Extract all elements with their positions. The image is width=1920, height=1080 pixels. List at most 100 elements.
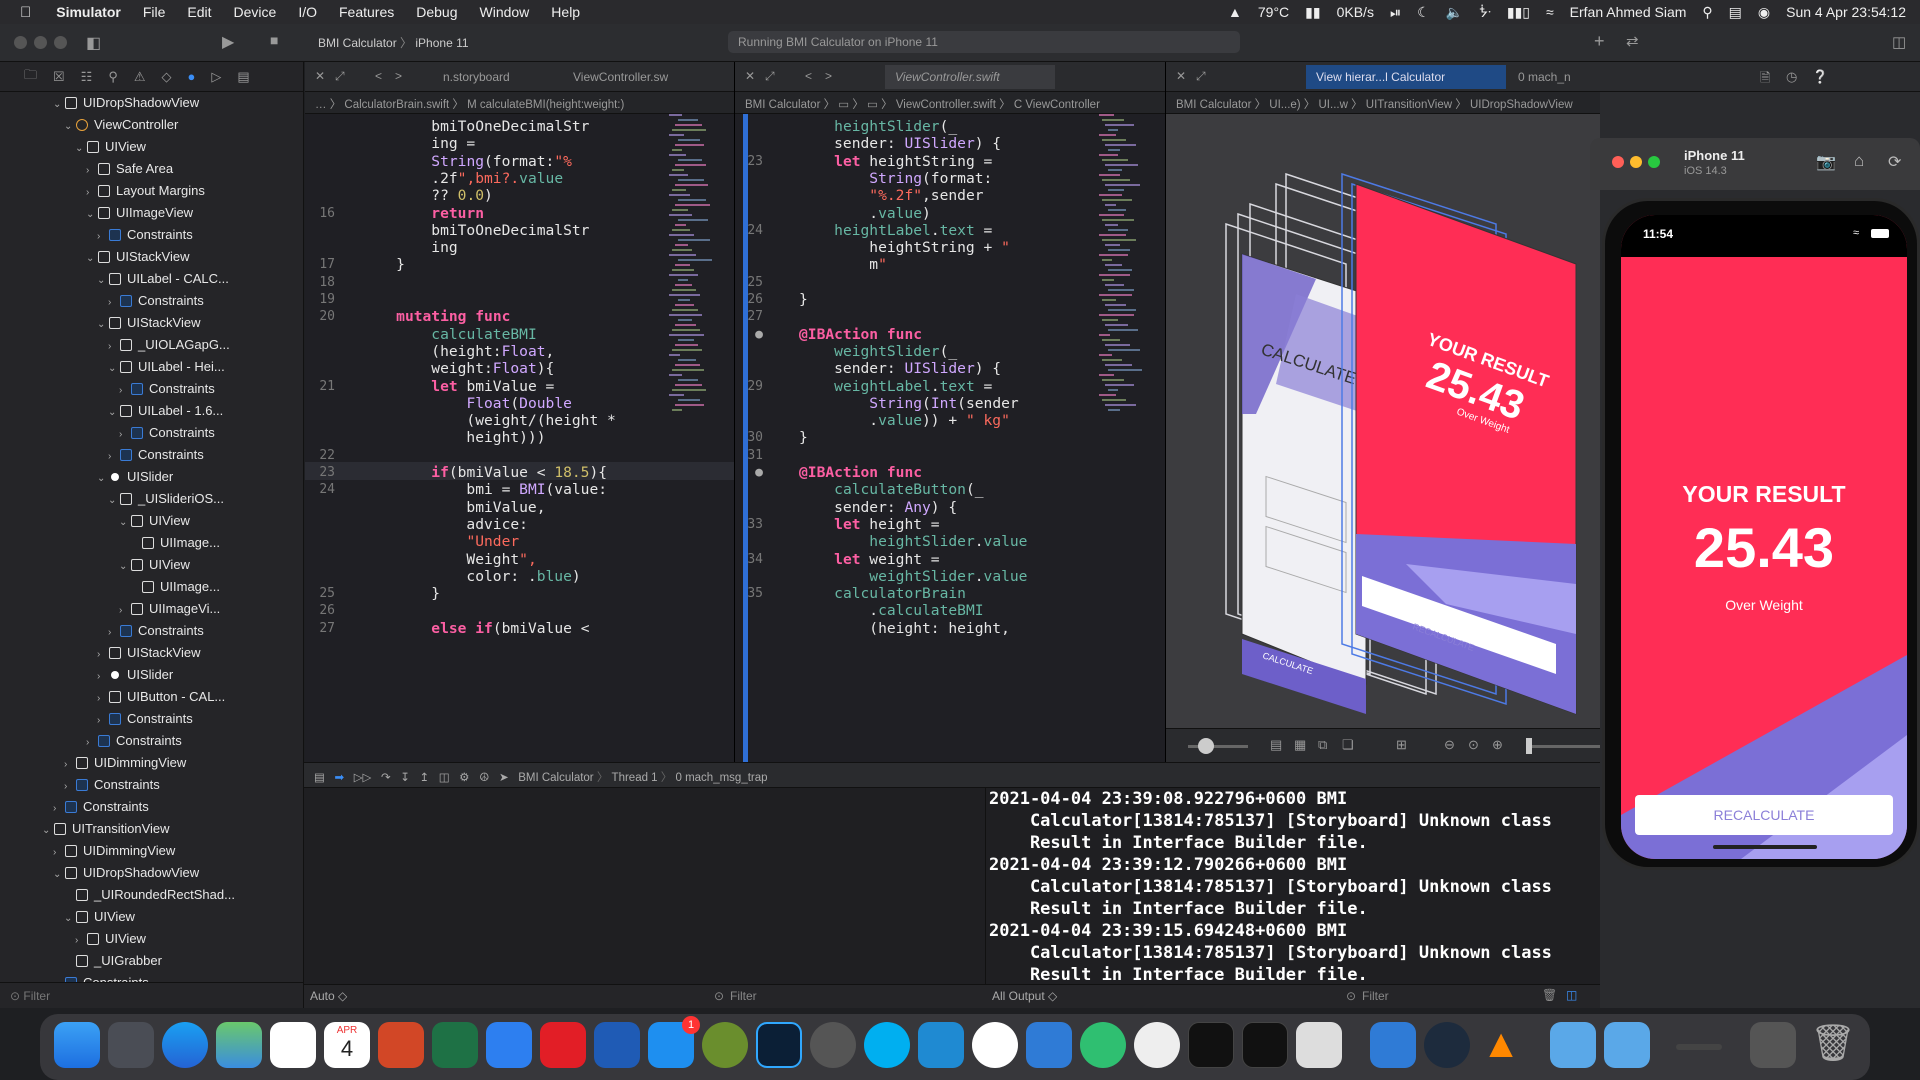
tab-viewcontroller[interactable]: ViewController.sw (573, 70, 668, 84)
menu-edit[interactable]: Edit (187, 4, 211, 20)
clock[interactable]: Sun 4 Apr 23:54:12 (1786, 4, 1906, 20)
view-debug-icon[interactable]: ◫ (439, 772, 450, 784)
step-over-icon[interactable]: ↷ (381, 772, 391, 784)
code-line[interactable]: (height:Float, (361, 343, 554, 360)
jump-bar[interactable]: BMI Calculator 〉 UI...e) 〉 UI...w 〉 UITr… (1166, 92, 1600, 114)
tree-row[interactable]: › Constraints (0, 422, 303, 444)
code-line[interactable]: @IBAction func (799, 326, 922, 343)
line-number[interactable]: 30 (735, 429, 763, 446)
help-icon[interactable]: ❔ (1812, 69, 1828, 85)
range-slider[interactable] (1526, 745, 1600, 748)
tree-row[interactable]: ⌄ ViewController (0, 114, 303, 136)
code-line[interactable]: sender: UISlider) { (799, 135, 1001, 152)
code-line[interactable]: (weight/(height * (361, 412, 615, 429)
disclosure-icon[interactable]: ⌄ (97, 314, 109, 336)
menu-app-simulator[interactable]: Simulator (56, 4, 121, 20)
vscode-icon[interactable] (918, 1022, 964, 1068)
issue-icon[interactable]: ⚠ (134, 69, 146, 85)
grid-icon[interactable]: ⊞ (1396, 737, 1407, 753)
env-override-icon[interactable]: ☮ (479, 772, 489, 784)
close-editor-icon[interactable]: ✕ (1176, 69, 1186, 83)
line-number[interactable]: 25 (305, 585, 335, 602)
close-button[interactable] (1612, 156, 1624, 168)
code-line[interactable]: weightLabel.text = (799, 378, 992, 395)
code-line[interactable]: calculatorBrain (799, 585, 966, 602)
disclosure-icon[interactable]: › (53, 974, 65, 982)
zoom-window-button[interactable] (54, 36, 67, 49)
tree-row[interactable]: › Constraints (0, 620, 303, 642)
code-line[interactable]: sender: Any) { (799, 499, 957, 516)
xcode-simulator-icon[interactable] (1370, 1022, 1416, 1068)
tree-row[interactable]: ⌄ UIDropShadowView (0, 862, 303, 884)
tree-row[interactable]: › Constraints (0, 444, 303, 466)
tree-row[interactable]: ⌄ UITransitionView (0, 818, 303, 840)
code-line[interactable]: @IBAction func (799, 464, 922, 481)
output-selector[interactable]: All Output ◇ (992, 989, 1057, 1003)
file-inspector-icon[interactable]: 🗎 (1760, 69, 1770, 91)
screenshot-icon[interactable]: 📷 (1816, 152, 1836, 172)
night-mode-icon[interactable]: ☾ (1417, 4, 1430, 21)
chrome-icon[interactable] (1134, 1022, 1180, 1068)
code-line[interactable]: weightSlider.value (799, 568, 1027, 585)
breakpoints-toggle-icon[interactable]: ➡ (334, 772, 344, 784)
app-screen[interactable]: 11:54 ≈ YOUR RESULT 25.43 Over Weight RE… (1621, 215, 1907, 859)
menu-file[interactable]: File (143, 4, 166, 20)
close-window-button[interactable] (14, 36, 27, 49)
disclosure-icon[interactable]: ⌄ (108, 490, 120, 512)
disclosure-icon[interactable]: › (86, 182, 98, 204)
debug-nav-icon[interactable]: ● (188, 69, 196, 84)
test-icon[interactable]: ◇ (162, 69, 172, 85)
temperature-readout[interactable]: 79°C (1258, 4, 1289, 20)
zoom-button[interactable] (1648, 156, 1660, 168)
code-line[interactable]: bmiValue, (361, 499, 545, 516)
code-line[interactable]: .2f",bmi?.value (361, 170, 563, 187)
line-number[interactable]: 25 (735, 274, 763, 291)
printer-icon[interactable] (1296, 1022, 1342, 1068)
disclosure-icon[interactable]: ⌄ (86, 204, 98, 226)
tree-row[interactable]: ⌄ UIView (0, 136, 303, 158)
user-name[interactable]: Erfan Ahmed Siam (1570, 4, 1687, 20)
control-center-icon[interactable]: ▤ (1729, 4, 1742, 21)
instruments-icon[interactable] (972, 1022, 1018, 1068)
tree-row[interactable]: ⌄ UILabel - CALC... (0, 268, 303, 290)
source-control-icon[interactable]: ☒ (53, 69, 65, 85)
memory-graph-icon[interactable]: ⚙ (459, 772, 469, 784)
tree-row[interactable]: ⌄ UIImageView (0, 202, 303, 224)
debug-frame[interactable]: 0 mach_msg_trap (675, 772, 767, 784)
tree-row[interactable]: › UIButton - CAL... (0, 686, 303, 708)
xcode-icon[interactable] (1026, 1022, 1072, 1068)
disclosure-icon[interactable]: ⌄ (42, 820, 54, 842)
code-line[interactable]: String(Int(sender (799, 395, 1018, 412)
code-line[interactable]: let heightString = (799, 153, 992, 170)
disclosure-icon[interactable]: ⌄ (53, 94, 65, 116)
layers-icon[interactable]: ❏ (1342, 737, 1354, 753)
powerpoint-icon[interactable] (378, 1022, 424, 1068)
disclosure-icon[interactable]: ⌄ (97, 270, 109, 292)
disclosure-icon[interactable]: ⌄ (108, 402, 120, 424)
disclosure-icon[interactable]: › (53, 798, 65, 820)
tree-row[interactable]: › Constraints (0, 708, 303, 730)
photos-icon[interactable] (270, 1022, 316, 1068)
variables-filter-input[interactable]: Filter (730, 989, 757, 1003)
tree-row[interactable]: UIImage... (0, 576, 303, 598)
tree-row[interactable]: › _UIOLAGapG... (0, 334, 303, 356)
code-line[interactable]: } (799, 429, 808, 446)
line-number[interactable]: 31 (735, 447, 763, 464)
disclosure-icon[interactable]: ⌄ (64, 908, 76, 930)
code-line[interactable]: } (361, 256, 405, 273)
tree-row[interactable]: › Constraints (0, 774, 303, 796)
tree-row[interactable]: › UIImageVi... (0, 598, 303, 620)
disclosure-icon[interactable]: ⌄ (119, 556, 131, 578)
code-line[interactable]: ?? 0.0) (361, 187, 493, 204)
line-number[interactable]: ● (735, 464, 763, 481)
tab-mach-trap[interactable]: 0 mach_n (1518, 70, 1571, 84)
tab-viewcontroller-swift[interactable]: ViewController.swift (885, 65, 1055, 89)
line-number[interactable]: 29 (735, 378, 763, 395)
chameleon-icon[interactable] (702, 1022, 748, 1068)
calendar-icon[interactable]: APR 4 (324, 1022, 370, 1068)
disclosure-icon[interactable]: › (97, 666, 109, 688)
disclosure-icon[interactable]: ⌄ (53, 864, 65, 886)
trash-icon[interactable]: 🗑 (1810, 1022, 1856, 1068)
minimize-button[interactable] (1630, 156, 1642, 168)
code-line[interactable]: .calculateBMI (799, 602, 983, 619)
